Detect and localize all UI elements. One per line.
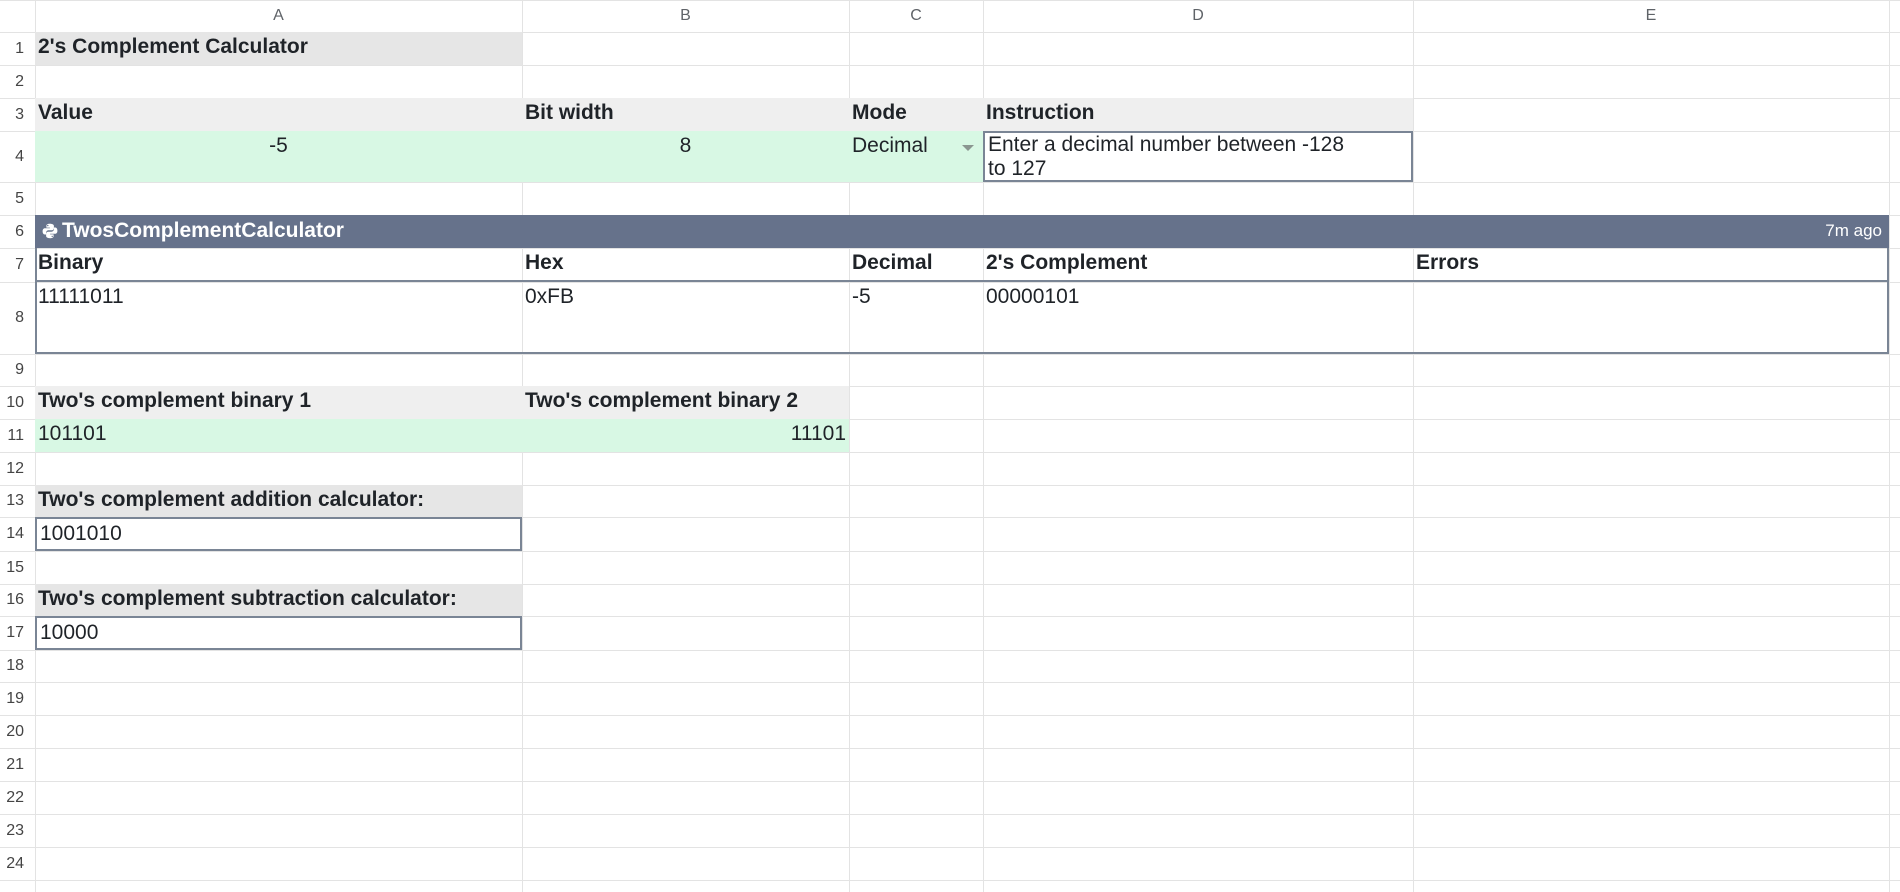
calculator-updated-time: 7m ago <box>1825 221 1882 240</box>
mode-select-value: Decimal <box>852 134 928 157</box>
row-header[interactable]: 18 <box>0 650 24 682</box>
row-header[interactable]: 4 <box>0 131 24 182</box>
grid-row-line <box>0 182 1900 183</box>
addition-label[interactable]: Two's complement addition calculator: <box>35 485 522 518</box>
mode-label[interactable]: Mode <box>849 98 983 131</box>
grid-row-line <box>0 880 1900 881</box>
row-header[interactable]: 22 <box>0 781 24 814</box>
row-header[interactable]: 12 <box>0 452 24 485</box>
row-header[interactable]: 8 <box>0 282 24 354</box>
output-header-errors[interactable]: Errors <box>1413 248 1889 280</box>
row-header[interactable]: 9 <box>0 354 24 386</box>
subtraction-result[interactable]: 10000 <box>35 616 522 650</box>
output-header-decimal[interactable]: Decimal <box>849 248 983 280</box>
sheet-title[interactable]: 2's Complement Calculator <box>35 32 522 65</box>
row-header[interactable]: 3 <box>0 98 24 131</box>
grid-column-line <box>1889 0 1890 892</box>
row-header[interactable]: 15 <box>0 551 24 584</box>
grid-row-line <box>0 814 1900 815</box>
row-header[interactable]: 11 <box>0 419 24 452</box>
row-header[interactable]: 14 <box>0 517 24 551</box>
output-complement[interactable]: 00000101 <box>983 282 1413 352</box>
grid-row-line <box>0 65 1900 66</box>
binary1-label[interactable]: Two's complement binary 1 <box>35 386 522 419</box>
subtraction-label[interactable]: Two's complement subtraction calculator: <box>35 584 522 617</box>
binary1-input[interactable]: 101101 <box>35 419 522 452</box>
bitwidth-input[interactable]: 8 <box>522 131 849 182</box>
row-header[interactable]: 2 <box>0 65 24 98</box>
bitwidth-label[interactable]: Bit width <box>522 98 849 131</box>
chevron-down-icon[interactable] <box>962 145 974 151</box>
column-header-a[interactable]: A <box>35 0 522 32</box>
value-label[interactable]: Value <box>35 98 522 131</box>
instruction-label[interactable]: Instruction <box>983 98 1413 131</box>
row-header[interactable]: 13 <box>0 485 24 517</box>
instruction-text[interactable]: Enter a decimal number between -128 to 1… <box>983 131 1413 182</box>
row-header[interactable]: 24 <box>0 847 24 880</box>
grid-row-line <box>0 682 1900 683</box>
output-decimal[interactable]: -5 <box>849 282 983 352</box>
row-header[interactable]: 10 <box>0 386 24 419</box>
output-errors[interactable] <box>1413 282 1887 352</box>
row-header[interactable]: 20 <box>0 715 24 748</box>
value-input[interactable]: -5 <box>35 131 522 182</box>
output-header-hex[interactable]: Hex <box>522 248 849 280</box>
row-header[interactable]: 23 <box>0 814 24 847</box>
column-header-d[interactable]: D <box>983 0 1413 32</box>
python-icon <box>42 223 58 239</box>
column-header-e[interactable]: E <box>1413 0 1889 32</box>
row-header[interactable]: 5 <box>0 182 24 215</box>
row-header[interactable]: 6 <box>0 215 24 248</box>
grid-row-line <box>0 354 1900 355</box>
row-header[interactable]: 1 <box>0 32 24 65</box>
grid-row-line <box>0 847 1900 848</box>
binary2-label[interactable]: Two's complement binary 2 <box>522 386 849 419</box>
column-header-b[interactable]: B <box>522 0 849 32</box>
grid-column-line <box>1413 0 1414 892</box>
binary2-input[interactable]: 11101 <box>522 419 849 452</box>
row-header[interactable]: 17 <box>0 616 24 650</box>
row-header[interactable]: 19 <box>0 682 24 715</box>
grid-row-line <box>0 551 1900 552</box>
output-header-binary[interactable]: Binary <box>35 248 522 280</box>
output-binary[interactable]: 11111011 <box>35 282 522 352</box>
output-hex[interactable]: 0xFB <box>522 282 849 352</box>
addition-result[interactable]: 1001010 <box>35 517 522 551</box>
instruction-line-1: Enter a decimal number between -128 <box>988 133 1345 156</box>
grid-row-line <box>0 452 1900 453</box>
row-header[interactable]: 21 <box>0 748 24 781</box>
grid-row-line <box>0 715 1900 716</box>
grid-row-line <box>0 781 1900 782</box>
row-header[interactable]: 7 <box>0 248 24 282</box>
calculator-name: TwosComplementCalculator <box>62 219 344 242</box>
row-header[interactable]: 16 <box>0 584 24 616</box>
instruction-line-2: to 127 <box>988 157 1047 180</box>
calculator-banner[interactable]: TwosComplementCalculator 7m ago <box>35 215 1889 248</box>
grid-row-line <box>0 650 1900 651</box>
column-header-c[interactable]: C <box>849 0 983 32</box>
output-header-complement[interactable]: 2's Complement <box>983 248 1413 280</box>
mode-select[interactable]: Decimal <box>849 131 983 182</box>
grid-row-line <box>0 748 1900 749</box>
